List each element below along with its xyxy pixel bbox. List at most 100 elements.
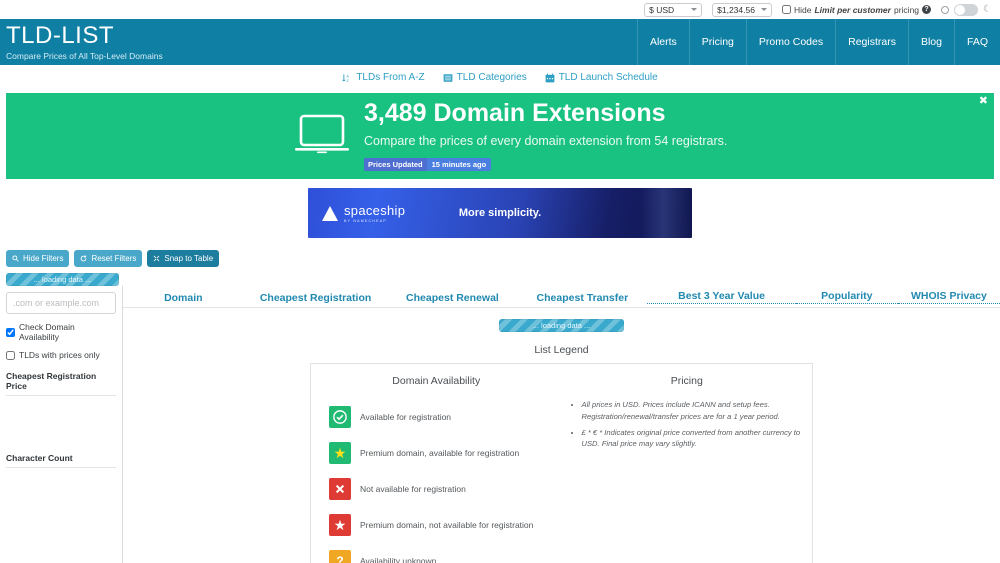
legend-row-premium-available: ★ Premium domain, available for registra… — [311, 435, 562, 471]
ad-sheen-decoration — [640, 188, 692, 238]
list-legend-box: Domain Availability Available for regist… — [310, 363, 813, 563]
legend-label-unknown: Availability unknown — [360, 556, 437, 563]
prices-updated-label: Prices Updated — [364, 157, 427, 171]
column-header-popularity-label: Popularity — [795, 290, 898, 304]
question-glyph: ? — [336, 554, 344, 563]
check-domain-availability-checkbox[interactable] — [6, 327, 15, 337]
column-header-whois-privacy[interactable]: WHOIS Privacy — [897, 290, 1000, 307]
sort-alpha-icon: A Z — [342, 73, 350, 82]
number-format-select[interactable]: $1,234.56 — [712, 2, 772, 17]
nav-item-registrars[interactable]: Registrars — [835, 19, 908, 65]
check-domain-availability-row[interactable]: Check Domain Availability — [6, 322, 116, 342]
legend-label-not-available: Not available for registration — [360, 484, 466, 494]
column-header-cheapest-transfer[interactable]: Cheapest Transfer — [517, 292, 647, 307]
nav-item-faq[interactable]: FAQ — [953, 19, 1000, 65]
hero-banner: ✖ 3,489 Domain Extensions Compare the pr… — [6, 93, 994, 179]
column-header-cheapest-registration[interactable]: Cheapest Registration — [244, 292, 388, 307]
star-icon: ★ — [329, 442, 351, 464]
check-circle-icon — [329, 406, 351, 428]
hide-limit-prefix: Hide — [793, 4, 812, 15]
number-format-value: $1,234.56 — [717, 4, 755, 15]
snap-to-table-label: Snap to Table — [164, 254, 214, 263]
laptop-icon — [295, 114, 349, 154]
legend-row-available: Available for registration — [311, 399, 562, 435]
loading-bar-table: ... loading data ... — [499, 319, 624, 332]
secondary-navigation: A Z TLDs From A-Z TLD Categories TLD Lau… — [0, 65, 1000, 90]
legend-availability-title: Domain Availability — [392, 375, 481, 387]
dark-mode-toggle[interactable] — [954, 3, 979, 16]
star-icon: ★ — [329, 514, 351, 536]
column-header-popularity[interactable]: Popularity — [795, 290, 898, 307]
pricing-note: All prices in USD. Prices include ICANN … — [582, 399, 813, 423]
hide-limit-pricing-row[interactable]: Hide Limit per customer pricing ? — [781, 4, 932, 15]
subnav-item-tlds-a-z[interactable]: A Z TLDs From A-Z — [342, 72, 425, 83]
tlds-with-prices-only-checkbox[interactable] — [6, 350, 15, 360]
column-header-best-3-year-value[interactable]: Best 3 Year Value — [647, 290, 796, 307]
main-column: Domain Cheapest Registration Cheapest Re… — [123, 286, 1000, 563]
list-icon — [443, 73, 453, 82]
nav-item-blog[interactable]: Blog — [907, 19, 954, 65]
prices-updated-badge: Prices Updated 15 minutes ago — [364, 157, 492, 171]
price-slider-placeholder[interactable] — [6, 396, 116, 442]
tlds-with-prices-only-label: TLDs with prices only — [19, 350, 100, 360]
ad-tagline: More simplicity. — [458, 207, 542, 219]
snap-to-table-button[interactable]: Snap to Table — [147, 250, 220, 267]
ad-banner-spaceship[interactable]: spaceship BY NAMECHEAP More simplicity. — [308, 188, 692, 238]
theme-toggle-group[interactable]: ☾ — [941, 3, 992, 16]
subnav-label-tld-categories: TLD Categories — [456, 72, 527, 83]
prices-updated-value: 15 minutes ago — [426, 157, 492, 171]
subnav-item-tld-launch-schedule[interactable]: TLD Launch Schedule — [545, 72, 658, 83]
legend-title: List Legend — [534, 344, 589, 356]
main-navigation: Alerts Pricing Promo Codes Registrars Bl… — [636, 19, 1000, 65]
ad-banner-wrapper: spaceship BY NAMECHEAP More simplicity. — [0, 188, 1000, 238]
site-logo[interactable]: TLD-LIST — [6, 24, 163, 48]
legend-column-pricing: Pricing All prices in USD. Prices includ… — [562, 372, 813, 563]
site-header: TLD-LIST Compare Prices of All Top-Level… — [0, 19, 1000, 65]
close-icon[interactable]: ✖ — [979, 96, 988, 107]
hide-limit-pricing-checkbox[interactable] — [781, 5, 791, 14]
tlds-with-prices-only-row[interactable]: TLDs with prices only — [6, 350, 116, 360]
legend-row-unknown: ? Availability unknown — [311, 543, 562, 563]
expand-arrows-icon — [153, 255, 160, 262]
column-header-whois-privacy-label: WHOIS Privacy — [897, 290, 1000, 304]
question-icon: ? — [329, 550, 351, 563]
column-header-cheapest-renewal[interactable]: Cheapest Renewal — [387, 292, 517, 307]
subnav-label-tlds-a-z: TLDs From A-Z — [356, 72, 425, 83]
cross-icon — [329, 478, 351, 500]
ad-brand-sub: BY NAMECHEAP — [344, 218, 387, 223]
currency-select[interactable]: $ USD — [644, 2, 703, 17]
check-domain-availability-label: Check Domain Availability — [19, 322, 75, 342]
subnav-item-tld-categories[interactable]: TLD Categories — [443, 72, 527, 83]
filter-button-bar: Hide Filters Reset Filters Snap to Table — [0, 238, 1000, 267]
column-header-domain[interactable]: Domain — [123, 292, 244, 307]
legend-pricing-title: Pricing — [670, 375, 703, 387]
section-cheapest-registration-price: Cheapest Registration Price — [6, 371, 116, 396]
star-glyph: ★ — [333, 445, 347, 461]
section-character-count: Character Count — [6, 453, 116, 468]
currency-select-value: $ USD — [649, 4, 675, 15]
hide-filters-button[interactable]: Hide Filters — [6, 250, 70, 267]
search-input[interactable] — [6, 292, 116, 314]
content-area: Check Domain Availability TLDs with pric… — [0, 286, 1000, 563]
help-icon[interactable]: ? — [922, 5, 932, 14]
hero-title: 3,489 Domain Extensions — [364, 99, 666, 128]
pricing-notes-list: All prices in USD. Prices include ICANN … — [562, 399, 813, 450]
moon-icon: ☾ — [983, 3, 992, 15]
hero-subtitle: Compare the prices of every domain exten… — [364, 133, 728, 148]
svg-text:A: A — [347, 74, 350, 78]
brand-block[interactable]: TLD-LIST Compare Prices of All Top-Level… — [0, 19, 163, 65]
nav-item-promo-codes[interactable]: Promo Codes — [745, 19, 835, 65]
table-header-row: Domain Cheapest Registration Cheapest Re… — [123, 286, 1000, 308]
hide-limit-suffix: pricing — [893, 4, 920, 15]
search-icon — [12, 255, 19, 262]
nav-item-pricing[interactable]: Pricing — [688, 19, 746, 65]
chevron-down-icon — [691, 8, 698, 11]
reset-filters-button[interactable]: Reset Filters — [74, 250, 143, 267]
nav-item-alerts[interactable]: Alerts — [636, 19, 689, 65]
subnav-label-tld-launch-schedule: TLD Launch Schedule — [558, 72, 658, 83]
legend-row-not-available: Not available for registration — [311, 471, 562, 507]
star-glyph: ★ — [333, 517, 347, 533]
loading-bar-sidebar: ... loading data ... — [6, 273, 119, 286]
reset-filters-label: Reset Filters — [91, 254, 137, 263]
chevron-down-icon — [760, 8, 767, 11]
